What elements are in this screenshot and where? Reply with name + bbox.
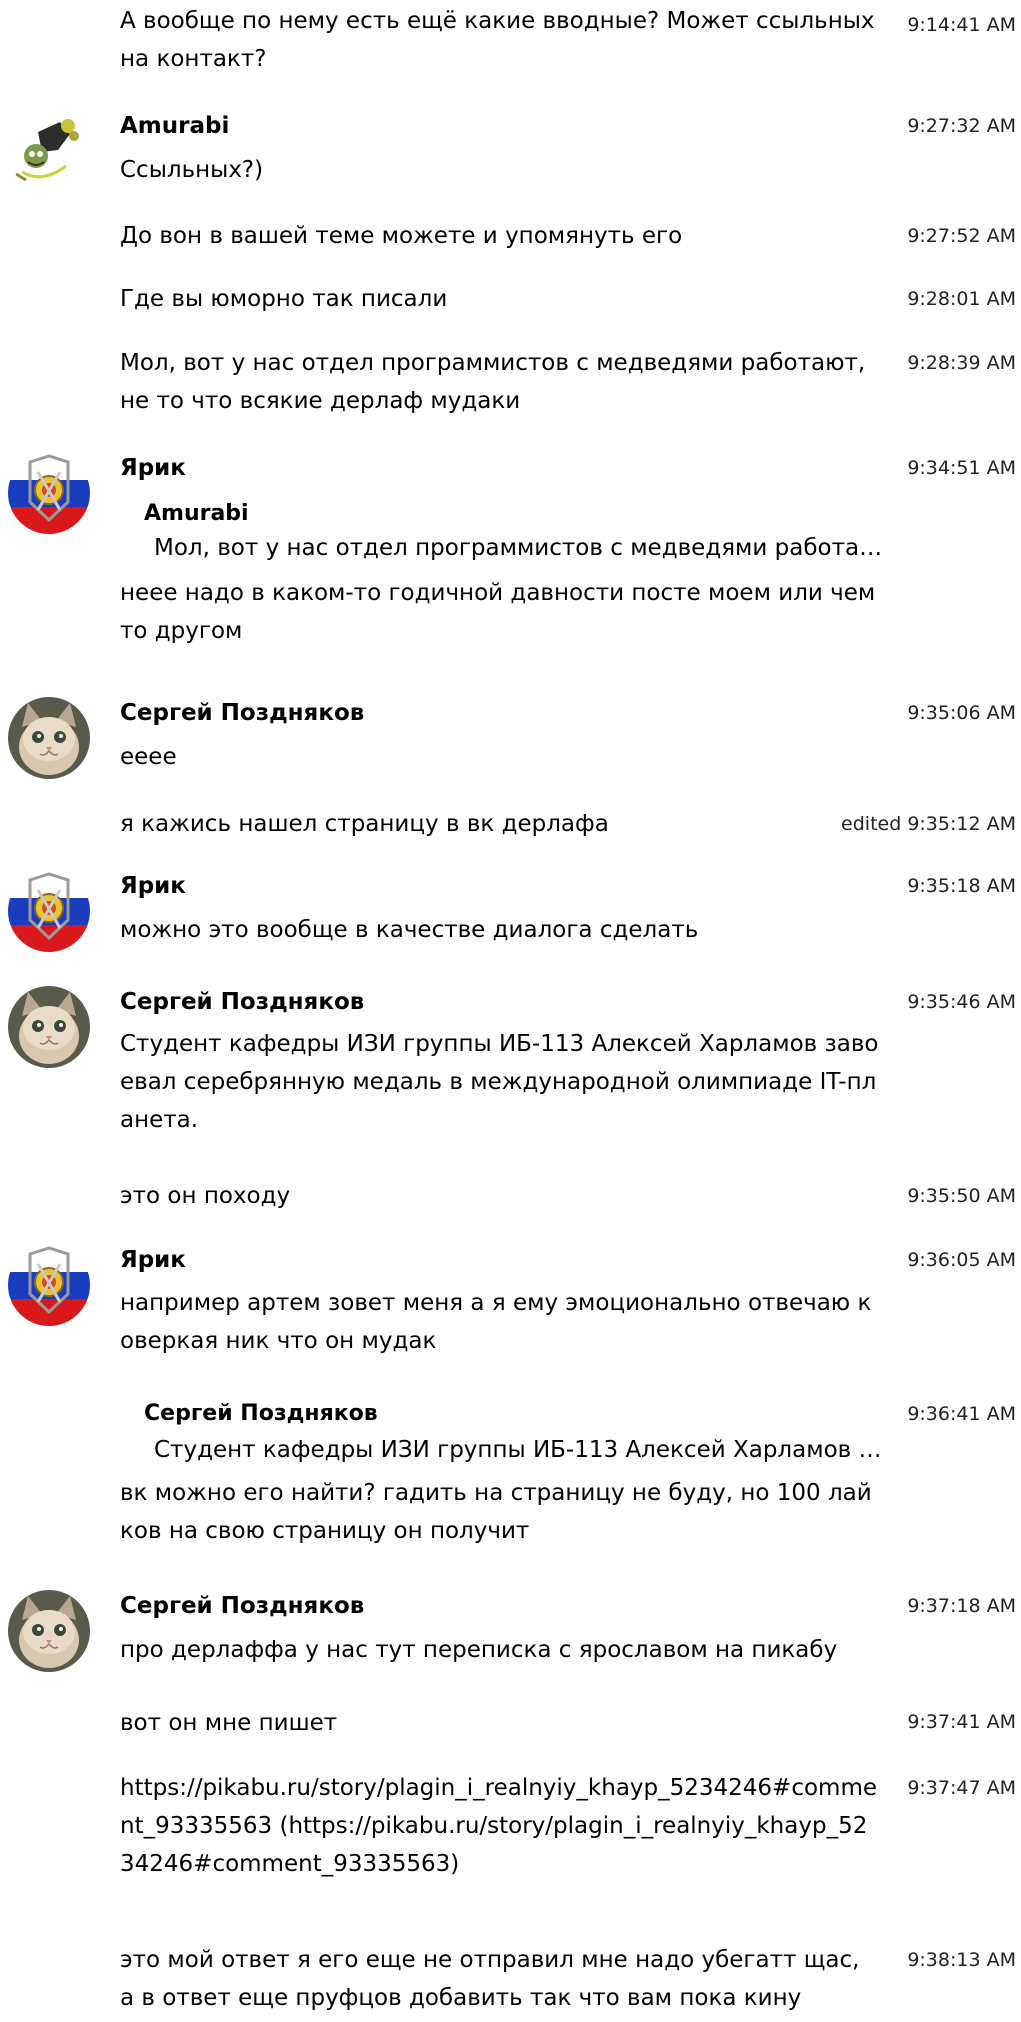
message-author[interactable]: Сергей Поздняков <box>120 1590 364 1622</box>
quote-author[interactable]: Сергей Поздняков <box>144 1398 378 1430</box>
message-text: Где вы юморно так писали <box>120 286 448 312</box>
message-time: 9:37:47 AM <box>907 1777 1016 1799</box>
message-author[interactable]: Ярик <box>120 1244 186 1276</box>
amurabi-avatar-icon[interactable] <box>8 110 90 192</box>
message-text: это мой ответ я его еще не отправил мне … <box>120 1947 860 2011</box>
message-text: вот он мне пишет <box>120 1710 338 1736</box>
flag-emblem-avatar-icon[interactable] <box>8 452 90 534</box>
message-author[interactable]: Ярик <box>120 452 186 484</box>
message-time: 9:36:41 AM <box>907 1403 1016 1425</box>
message-time: 9:35:06 AM <box>907 702 1016 724</box>
message-link[interactable]: https://pikabu.ru/story/plagin_i_realnyi… <box>120 1769 880 1883</box>
message-time: edited 9:35:12 AM <box>841 813 1016 835</box>
message-time: 9:35:18 AM <box>907 875 1016 897</box>
message-text: можно это вообще в качестве диалога сдел… <box>120 917 699 943</box>
message-text: Студент кафедры ИЗИ группы ИБ-113 Алексе… <box>120 1031 879 1133</box>
message-author[interactable]: Сергей Поздняков <box>120 697 364 729</box>
message-text: До вон в вашей теме можете и упомянуть е… <box>120 223 683 249</box>
quote-text[interactable]: Мол, вот у нас отдел программистов с мед… <box>154 532 889 564</box>
cat-avatar-icon[interactable] <box>8 697 90 779</box>
quote-text[interactable]: Студент кафедры ИЗИ группы ИБ-113 Алексе… <box>154 1434 889 1466</box>
message-text: вк можно его найти? гадить на страницу н… <box>120 1480 872 1544</box>
message-time: 9:34:51 AM <box>907 457 1016 479</box>
message-time: 9:28:39 AM <box>907 352 1016 374</box>
message-text: неее надо в каком-то годичной давности п… <box>120 580 876 644</box>
cat-avatar-icon[interactable] <box>8 986 90 1068</box>
message-text: я кажись нашел страницу в вк дерлафа <box>120 811 609 837</box>
cat-avatar-icon[interactable] <box>8 1590 90 1672</box>
message-text: например артем зовет меня а я ему эмоцио… <box>120 1290 872 1354</box>
message-text: Ссыльных?) <box>120 157 264 183</box>
message-text: Мол, вот у нас отдел программистов с мед… <box>120 350 866 414</box>
message-time: 9:28:01 AM <box>907 288 1016 310</box>
flag-emblem-avatar-icon[interactable] <box>8 1244 90 1326</box>
message-text: А вообще по нему есть ещё какие вводные?… <box>120 8 875 72</box>
message-time: 9:38:13 AM <box>907 1949 1016 1971</box>
message-time: 9:37:41 AM <box>907 1711 1016 1733</box>
message-author[interactable]: Amurabi <box>120 110 229 142</box>
message-author[interactable]: Ярик <box>120 870 186 902</box>
flag-emblem-avatar-icon[interactable] <box>8 870 90 952</box>
message-time: 9:27:52 AM <box>907 225 1016 247</box>
message-author[interactable]: Сергей Поздняков <box>120 986 364 1018</box>
message-time: 9:35:50 AM <box>907 1185 1016 1207</box>
message-time: 9:36:05 AM <box>907 1249 1016 1271</box>
message-time: 9:35:46 AM <box>907 991 1016 1013</box>
message-text: ееее <box>120 744 177 770</box>
quote-author[interactable]: Amurabi <box>144 498 249 530</box>
message-text: про дерлаффа у нас тут переписка с яросл… <box>120 1637 838 1663</box>
message-text: это он походу <box>120 1183 291 1209</box>
message-time: 9:27:32 AM <box>907 115 1016 137</box>
message-time: 9:37:18 AM <box>907 1595 1016 1617</box>
message-time: 9:14:41 AM <box>907 14 1016 36</box>
